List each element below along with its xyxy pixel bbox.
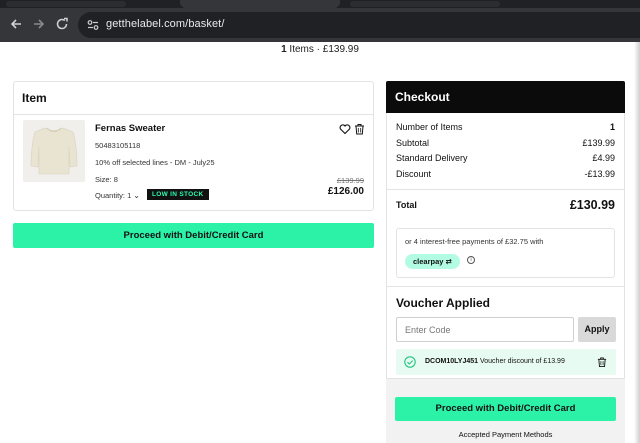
- info-icon[interactable]: i: [467, 256, 475, 264]
- check-circle-icon: [404, 356, 416, 368]
- voucher-description: DCOM10LYJ451 Voucher discount of £13.99: [425, 358, 565, 365]
- basket-summary: 1 Items · £139.99: [0, 44, 640, 55]
- clearpay-info: or 4 interest-free payments of £32.75 wi…: [396, 228, 615, 278]
- browser-tab[interactable]: [350, 1, 500, 7]
- proceed-card-button-checkout[interactable]: Proceed with Debit/Credit Card: [395, 397, 616, 421]
- voucher-panel: Voucher Applied Apply DCOM10LYJ451 Vouch…: [386, 286, 625, 379]
- original-price: £139.99: [336, 176, 364, 185]
- row-label: Subtotal: [396, 137, 430, 148]
- applied-voucher: DCOM10LYJ451 Voucher discount of £13.99: [396, 349, 616, 375]
- url-text: getthelabel.com/basket/: [106, 18, 225, 30]
- tab-strip: [0, 0, 640, 8]
- row-discount: Discount -£13.99: [387, 167, 624, 183]
- address-bar[interactable]: getthelabel.com/basket/: [78, 12, 640, 38]
- item-panel: Item Fernas Sweater 50483105118 10% off …: [13, 81, 374, 211]
- row-subtotal: Subtotal £139.99: [387, 136, 624, 152]
- chevron-down-icon: ⌄: [133, 191, 140, 200]
- quantity-select[interactable]: Quantity: 1 ⌄: [95, 191, 140, 200]
- row-label: Number of Items: [396, 122, 463, 132]
- voucher-code: DCOM10LYJ451: [425, 358, 479, 365]
- row-label: Discount: [396, 168, 432, 179]
- row-value: £139.99: [582, 137, 615, 148]
- product-image[interactable]: [23, 120, 85, 182]
- checkout-heading: Checkout: [386, 81, 625, 113]
- browser-tab[interactable]: [6, 1, 126, 7]
- row-value: -£13.99: [584, 168, 615, 179]
- row-items: Number of Items 1: [387, 120, 624, 136]
- summary-text: Items · £139.99: [286, 44, 359, 55]
- sale-price: £126.00: [327, 186, 364, 197]
- product-name[interactable]: Fernas Sweater: [95, 123, 165, 134]
- checkout-summary: Number of Items 1 Subtotal £139.99 Standar…: [386, 113, 625, 287]
- arrow-left-icon[interactable]: [8, 17, 24, 33]
- clearpay-arrows-icon: ⇄: [445, 257, 452, 266]
- checkout-panel: Checkout Number of Items 1 Subtotal £139.9…: [386, 81, 625, 443]
- site-settings-icon[interactable]: [86, 18, 100, 32]
- voucher-heading: Voucher Applied: [396, 296, 491, 310]
- product-size: Size: 8: [95, 175, 118, 184]
- arrow-right-icon[interactable]: [31, 17, 47, 33]
- browser-toolbar: getthelabel.com/basket/: [0, 8, 640, 42]
- checkout-rows: Number of Items 1 Subtotal £139.99 Standar…: [387, 113, 624, 190]
- wishlist-heart-icon[interactable]: [339, 123, 351, 135]
- item-heading: Item: [14, 82, 373, 115]
- basket-item: Fernas Sweater 50483105118 10% off selec…: [14, 115, 373, 211]
- row-value: £4.99: [592, 153, 615, 163]
- row-label: Standard Delivery: [396, 153, 468, 163]
- voucher-code-input[interactable]: [396, 317, 574, 342]
- proceed-card-button[interactable]: Proceed with Debit/Credit Card: [13, 223, 374, 248]
- apply-voucher-button[interactable]: Apply: [578, 317, 616, 342]
- row-value: 1: [609, 122, 615, 132]
- row-delivery: Standard Delivery £4.99: [387, 151, 624, 167]
- voucher-discount-text: Voucher discount of £13.99: [478, 358, 565, 365]
- quantity-label: Quantity: 1: [95, 191, 132, 200]
- accepted-payment-methods: Accepted Payment Methods: [458, 430, 553, 439]
- browser-chrome: getthelabel.com/basket/: [0, 0, 640, 42]
- clearpay-text: or 4 interest-free payments of £32.75 wi…: [405, 237, 544, 246]
- reload-icon[interactable]: [54, 17, 70, 33]
- total-label: Total: [396, 200, 417, 210]
- remove-voucher-trash-icon[interactable]: [597, 356, 607, 368]
- product-sku: 50483105118: [95, 141, 141, 150]
- stock-badge: LOW IN STOCK: [147, 189, 209, 200]
- order-total: Total £130.99: [387, 190, 624, 220]
- total-value: £130.99: [569, 198, 615, 212]
- clearpay-badge: clearpay ⇄: [405, 254, 460, 269]
- clearpay-logo-text: clearpay: [413, 257, 444, 266]
- product-offer: 10% off selected lines - DM - July25: [95, 158, 215, 167]
- trash-icon[interactable]: [354, 123, 365, 135]
- browser-tab-active[interactable]: [180, 0, 340, 8]
- page-edge: [634, 42, 640, 443]
